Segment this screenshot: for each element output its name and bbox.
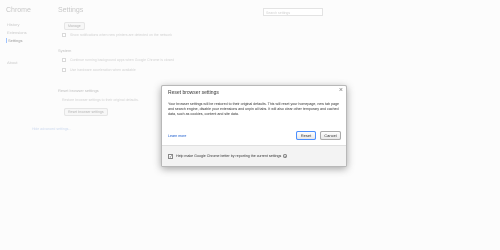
- dialog-footer: ✓ Help make Google Chrome better by repo…: [162, 145, 346, 166]
- cancel-button[interactable]: Cancel: [320, 131, 341, 140]
- learn-more-link[interactable]: Learn more: [168, 134, 186, 138]
- reset-button[interactable]: Reset: [296, 131, 316, 140]
- help-icon[interactable]: ?: [283, 154, 288, 159]
- reset-dialog: Reset browser settings × Your browser se…: [161, 85, 347, 167]
- close-icon[interactable]: ×: [339, 87, 343, 94]
- report-settings-checkbox[interactable]: ✓: [168, 154, 173, 159]
- dialog-body: Your browser settings will be restored t…: [168, 102, 339, 117]
- report-settings-label: Help make Google Chrome better by report…: [176, 154, 288, 160]
- dialog-title: Reset browser settings: [168, 90, 219, 96]
